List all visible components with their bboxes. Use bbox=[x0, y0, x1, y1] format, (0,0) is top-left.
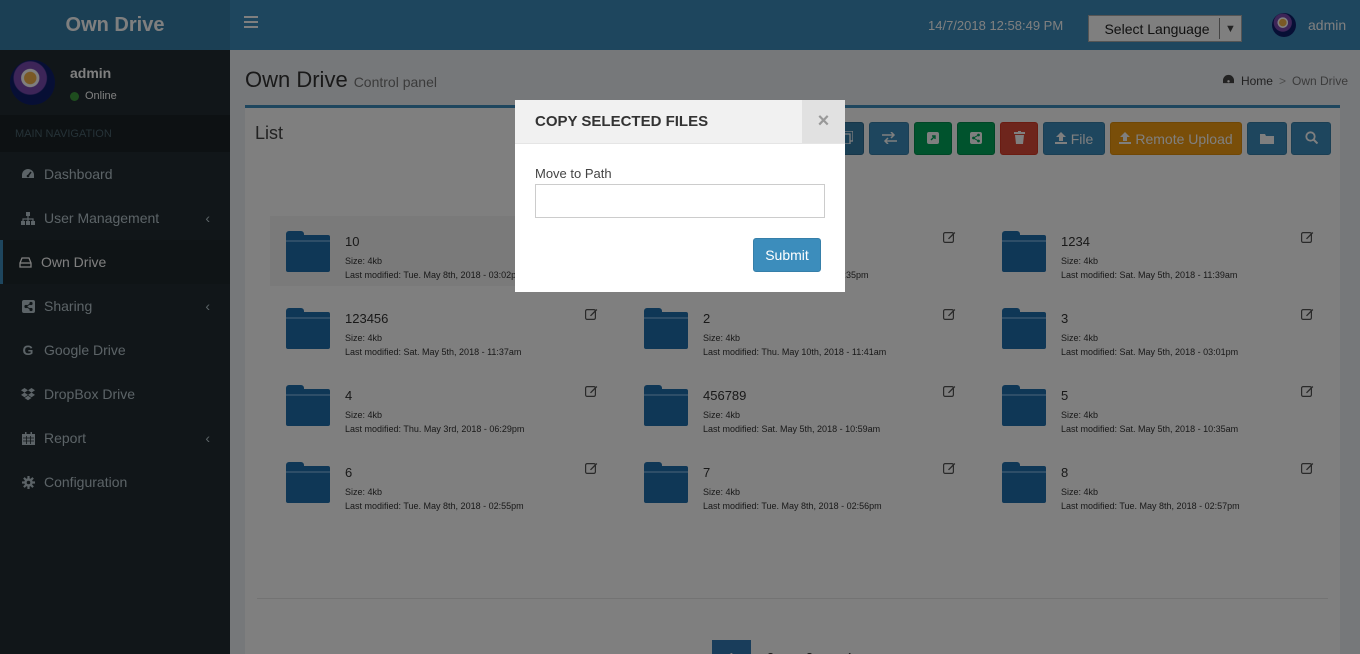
path-field-label: Move to Path bbox=[535, 166, 612, 181]
path-input[interactable] bbox=[535, 184, 825, 218]
copy-files-modal: COPY SELECTED FILES × Move to Path Submi… bbox=[515, 100, 845, 292]
modal-title: COPY SELECTED FILES bbox=[535, 113, 709, 130]
submit-button[interactable]: Submit bbox=[753, 238, 821, 272]
close-icon[interactable]: × bbox=[802, 100, 845, 143]
modal-header: COPY SELECTED FILES × bbox=[515, 100, 845, 144]
modal-backdrop[interactable] bbox=[0, 0, 1360, 654]
